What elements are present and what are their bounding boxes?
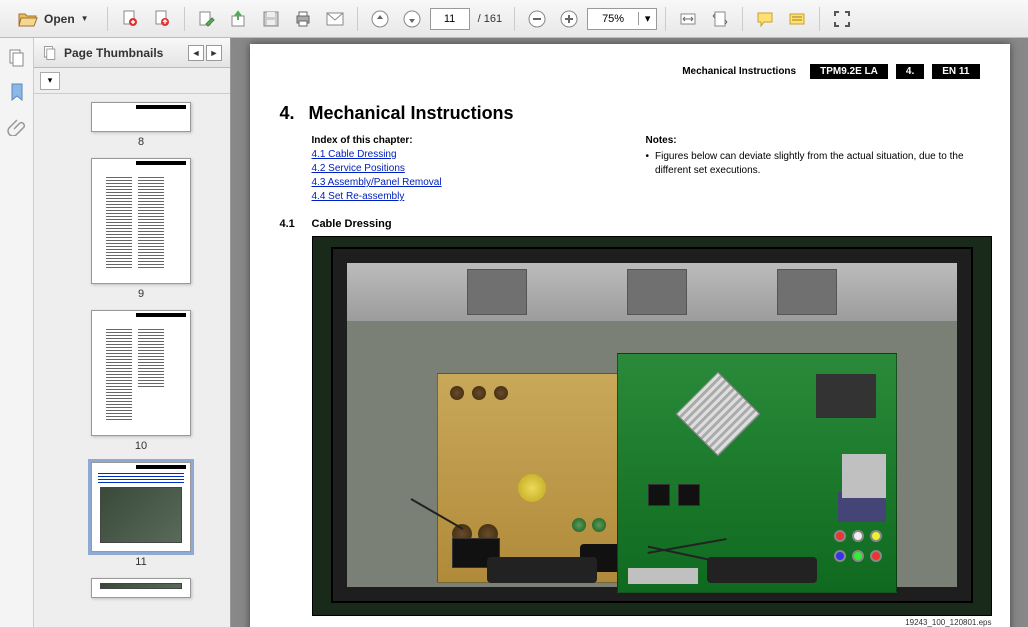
thumbnail[interactable] <box>91 310 191 436</box>
thumbnail-item: 11 <box>52 462 230 568</box>
print-icon <box>294 10 312 28</box>
prev-page-button[interactable] <box>366 5 394 33</box>
left-rail <box>0 38 34 627</box>
highlight-icon <box>788 11 806 27</box>
index-link[interactable]: 4.1 Cable Dressing <box>312 148 646 162</box>
page-plus-icon <box>121 10 139 28</box>
thumbnail-item: 10 <box>52 310 230 452</box>
figure-caption: 19243_100_120801.eps 120801 <box>312 618 992 627</box>
notes-column: Notes: • Figures below can deviate sligh… <box>646 134 980 204</box>
fullscreen-icon <box>833 10 851 28</box>
main-toolbar: Open ▼ / 161 ▾ <box>0 0 1028 38</box>
notes-heading: Notes: <box>646 135 677 146</box>
open-button[interactable]: Open ▼ <box>8 11 99 27</box>
sidebar-header: Page Thumbnails ◄ ► <box>34 38 230 68</box>
zoom-in-button[interactable] <box>555 5 583 33</box>
thumbnail-item: 9 <box>52 158 230 300</box>
thumbnail-label: 8 <box>52 136 230 148</box>
page-number-input[interactable] <box>430 8 470 30</box>
document-page: Mechanical Instructions TPM9.2E LA 4. EN… <box>250 44 1010 627</box>
thumbnails-sidebar: Page Thumbnails ◄ ► ▾ 8 9 <box>34 38 231 627</box>
email-button[interactable] <box>321 5 349 33</box>
sidebar-toolbar: ▾ <box>34 68 230 94</box>
edit-button[interactable] <box>193 5 221 33</box>
print-button[interactable] <box>289 5 317 33</box>
zoom-dropdown-icon[interactable]: ▾ <box>638 12 656 25</box>
header-model: TPM9.2E LA <box>810 64 888 79</box>
section-title: Cable Dressing <box>312 218 392 230</box>
notes-text: Figures below can deviate slightly from … <box>655 150 979 178</box>
pencil-page-icon <box>198 10 216 28</box>
thumbnail-item: 8 <box>52 102 230 148</box>
arrow-down-icon <box>403 10 421 28</box>
plus-circle-icon <box>560 10 578 28</box>
thumbnail-label: 11 <box>52 556 230 568</box>
bullet-icon: • <box>646 150 650 178</box>
header-pageref: EN 11 <box>932 64 979 79</box>
index-link[interactable]: 4.3 Assembly/Panel Removal <box>312 176 646 190</box>
index-link[interactable]: 4.4 Set Re-assembly <box>312 190 646 204</box>
page-arrow-icon <box>153 10 171 28</box>
pages-icon <box>42 45 58 61</box>
page-running-header: Mechanical Instructions TPM9.2E LA 4. EN… <box>280 64 980 79</box>
zoom-out-button[interactable] <box>523 5 551 33</box>
thumbnails-tab-button[interactable] <box>7 48 27 68</box>
thumbnail-label: 9 <box>52 288 230 300</box>
speech-bubble-icon <box>756 11 774 27</box>
zoom-input[interactable] <box>588 13 638 25</box>
create-pdf-button[interactable] <box>116 5 144 33</box>
attachments-tab-button[interactable] <box>7 116 27 136</box>
sidebar-prev-button[interactable]: ◄ <box>188 45 204 61</box>
fit-page-icon <box>711 10 729 28</box>
fit-width-button[interactable] <box>674 5 702 33</box>
minus-circle-icon <box>528 10 546 28</box>
arrow-up-icon <box>371 10 389 28</box>
thumbnail[interactable] <box>91 158 191 284</box>
chapter-title: Mechanical Instructions <box>309 103 514 124</box>
index-column: Index of this chapter: 4.1 Cable Dressin… <box>312 134 646 204</box>
save-button[interactable] <box>257 5 285 33</box>
chevron-down-icon: ▼ <box>81 14 89 23</box>
chapter-number: 4. <box>280 103 295 124</box>
thumbnail-label: 10 <box>52 440 230 452</box>
document-viewport[interactable]: Mechanical Instructions TPM9.2E LA 4. EN… <box>231 38 1028 627</box>
next-page-button[interactable] <box>398 5 426 33</box>
fit-width-icon <box>679 10 697 28</box>
bookmark-icon <box>7 82 27 102</box>
index-heading: Index of this chapter: <box>312 135 413 146</box>
thumbnail[interactable] <box>91 102 191 132</box>
sidebar-title: Page Thumbnails <box>64 46 163 60</box>
sidebar-options-button[interactable]: ▾ <box>40 72 60 90</box>
section-number: 4.1 <box>280 218 298 230</box>
envelope-icon <box>326 12 344 26</box>
fullscreen-button[interactable] <box>828 5 856 33</box>
folder-open-icon <box>18 11 38 27</box>
save-icon <box>262 10 280 28</box>
thumbnail-item <box>52 578 230 598</box>
page-total-label: / 161 <box>474 13 506 25</box>
thumbnail[interactable] <box>91 462 191 552</box>
header-section: Mechanical Instructions <box>676 64 802 79</box>
index-link[interactable]: 4.2 Service Positions <box>312 162 646 176</box>
figure-image <box>312 236 992 616</box>
export-icon <box>230 10 248 28</box>
bookmarks-tab-button[interactable] <box>7 82 27 102</box>
zoom-select[interactable]: ▾ <box>587 8 657 30</box>
paperclip-icon <box>7 116 27 136</box>
sidebar-next-button[interactable]: ► <box>206 45 222 61</box>
export-button[interactable] <box>225 5 253 33</box>
highlight-button[interactable] <box>783 5 811 33</box>
comment-button[interactable] <box>751 5 779 33</box>
convert-pdf-button[interactable] <box>148 5 176 33</box>
thumbnail[interactable] <box>91 578 191 598</box>
thumbnails-list[interactable]: 8 9 10 <box>34 94 230 627</box>
pages-icon <box>7 48 27 68</box>
open-label: Open <box>44 12 75 26</box>
fit-page-button[interactable] <box>706 5 734 33</box>
header-chapter: 4. <box>896 64 924 79</box>
